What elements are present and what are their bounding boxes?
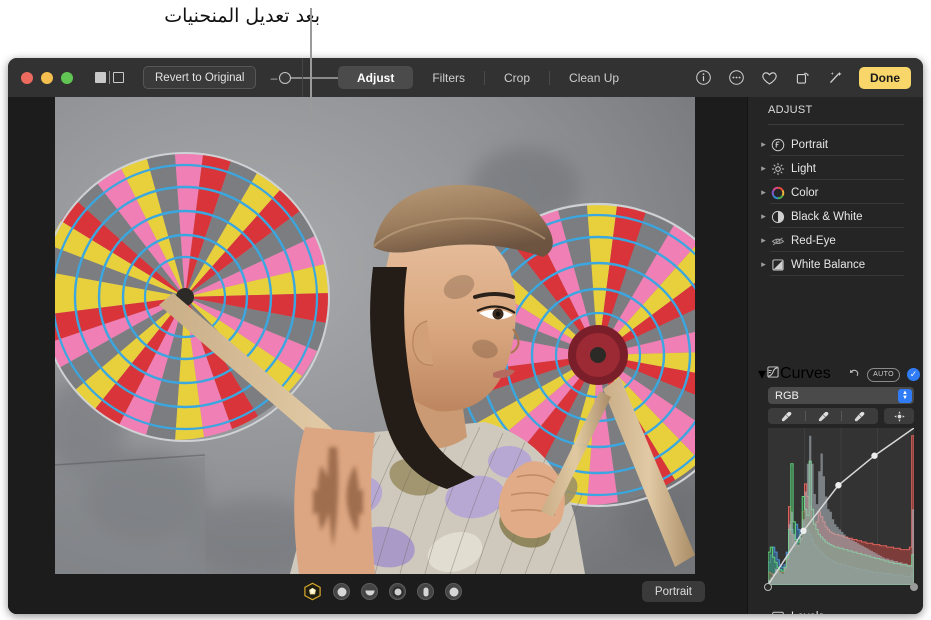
sidebar-item-white-balance[interactable]: ▸ White Balance — [758, 253, 914, 276]
favorite-heart-icon[interactable] — [760, 68, 779, 87]
window-controls — [21, 72, 73, 84]
filled-square-icon — [95, 72, 106, 83]
sidebar-title-rule — [768, 124, 904, 125]
contour-light-icon[interactable] — [361, 583, 378, 600]
tab-clean-up[interactable]: Clean Up — [550, 66, 638, 89]
sidebar-toggle-icon[interactable] — [95, 71, 124, 84]
zoom-out-label[interactable]: – — [270, 73, 277, 83]
sidebar-item-light[interactable]: ▸ Light — [758, 157, 914, 180]
stage-light-icon[interactable] — [389, 583, 406, 600]
maximize-window-button[interactable] — [61, 72, 73, 84]
auto-enhance-icon[interactable] — [826, 68, 845, 87]
chevron-down-icon: ▼ — [902, 396, 908, 401]
more-options-icon[interactable] — [727, 68, 746, 87]
divider — [109, 71, 110, 84]
outline-square-icon — [113, 72, 124, 83]
curves-controls: AUTO ✓ — [848, 367, 920, 382]
sidebar-item-label: Red-Eye — [791, 235, 836, 247]
sidebar-item-label: Portrait — [791, 139, 828, 151]
adjust-sidebar: ADJUST ▸ Portrait ▸ Light ▸ — [747, 97, 923, 614]
edit-mode-tabs: Adjust Filters Crop Clean Up — [338, 66, 638, 89]
sidebar-item-color[interactable]: ▸ Color — [758, 181, 914, 204]
white-point-eyedropper[interactable] — [841, 408, 878, 424]
chevron-right-icon[interactable]: ▸ — [758, 140, 769, 149]
curve-channel-value: RGB — [775, 390, 799, 402]
curve-endpoint-handles[interactable] — [768, 428, 914, 591]
chevron-right-icon[interactable]: ▸ — [758, 236, 769, 245]
callout-leader-line — [310, 8, 312, 118]
row-divider — [770, 251, 904, 252]
toolbar: Revert to Original – + Adjust Filters Cr… — [8, 58, 923, 97]
sidebar-title: ADJUST — [768, 104, 813, 116]
levels-icon — [770, 609, 785, 614]
chevron-right-icon[interactable]: ▸ — [758, 612, 769, 614]
rotate-icon[interactable] — [793, 68, 812, 87]
curve-white-point-handle[interactable] — [910, 583, 918, 591]
sidebar-item-black-and-white[interactable]: ▸ Black & White — [758, 205, 914, 228]
white-balance-icon — [770, 257, 785, 272]
row-divider — [770, 179, 904, 180]
info-icon[interactable] — [694, 68, 713, 87]
high-key-light-mono-icon[interactable] — [445, 583, 462, 600]
chevron-right-icon[interactable]: ▸ — [758, 188, 769, 197]
zoom-slider-knob[interactable] — [279, 72, 291, 84]
edited-photo[interactable] — [55, 97, 695, 574]
studio-light-icon[interactable] — [333, 583, 350, 600]
black-point-eyedropper[interactable] — [768, 408, 805, 424]
sidebar-item-label: White Balance — [791, 259, 865, 271]
light-sun-icon — [770, 161, 785, 176]
photo-image — [55, 97, 695, 574]
photo-canvas[interactable] — [8, 97, 747, 614]
chevron-right-icon[interactable]: ▸ — [758, 164, 769, 173]
tab-crop[interactable]: Crop — [485, 66, 549, 89]
callout-text: بعد تعديل المنحنيات — [60, 3, 320, 29]
row-divider — [770, 155, 904, 156]
add-point-button[interactable] — [884, 408, 914, 424]
toolbar-right-actions: Done — [694, 58, 911, 97]
tab-adjust[interactable]: Adjust — [338, 66, 413, 89]
sidebar-item-label: Black & White — [791, 211, 863, 223]
auto-button[interactable]: AUTO — [867, 368, 900, 382]
revert-to-original-button[interactable]: Revert to Original — [143, 66, 256, 89]
chevron-down-icon[interactable]: ▾ — [758, 364, 766, 384]
row-divider — [770, 203, 904, 204]
row-divider — [770, 227, 904, 228]
sidebar-item-label: Curves — [780, 365, 831, 383]
toolbar-divider — [302, 58, 303, 97]
portrait-mode-button[interactable]: Portrait — [642, 581, 705, 602]
sidebar-item-red-eye[interactable]: ▸ Red-Eye — [758, 229, 914, 252]
stage-light-mono-icon[interactable] — [417, 583, 434, 600]
photos-editor-window: Revert to Original – + Adjust Filters Cr… — [8, 58, 923, 614]
black-white-circle-icon — [770, 209, 785, 224]
sidebar-item-portrait[interactable]: ▸ Portrait — [758, 133, 914, 156]
minimize-window-button[interactable] — [41, 72, 53, 84]
sidebar-item-label: Light — [791, 163, 816, 175]
portrait-f-icon — [770, 137, 785, 152]
chevron-right-icon[interactable]: ▸ — [758, 260, 769, 269]
stepper-arrows-icon[interactable]: ▲ ▼ — [898, 389, 912, 403]
eyedropper-group — [768, 408, 878, 424]
undo-arrow-icon[interactable] — [848, 367, 860, 382]
sidebar-item-levels[interactable]: ▸ Levels — [758, 605, 914, 614]
curves-icon — [766, 365, 780, 384]
color-wheel-icon — [770, 185, 785, 200]
close-window-button[interactable] — [21, 72, 33, 84]
red-eye-icon — [770, 233, 785, 248]
gray-point-eyedropper[interactable] — [805, 408, 842, 424]
portrait-lighting-bar: Portrait — [8, 574, 747, 614]
sidebar-item-label: Color — [791, 187, 818, 199]
lighting-effects-list — [303, 582, 462, 601]
done-button[interactable]: Done — [859, 67, 911, 89]
curve-black-point-handle[interactable] — [764, 583, 772, 591]
chevron-right-icon[interactable]: ▸ — [758, 212, 769, 221]
sidebar-item-label: Levels — [791, 611, 824, 615]
row-divider — [770, 275, 904, 276]
callout-layer: بعد تعديل المنحنيات — [0, 0, 931, 62]
curve-channel-select[interactable]: RGB ▲ ▼ — [768, 387, 914, 404]
checkmark-icon[interactable]: ✓ — [907, 368, 920, 381]
tab-filters[interactable]: Filters — [413, 66, 484, 89]
natural-light-cube-icon[interactable] — [303, 582, 322, 601]
